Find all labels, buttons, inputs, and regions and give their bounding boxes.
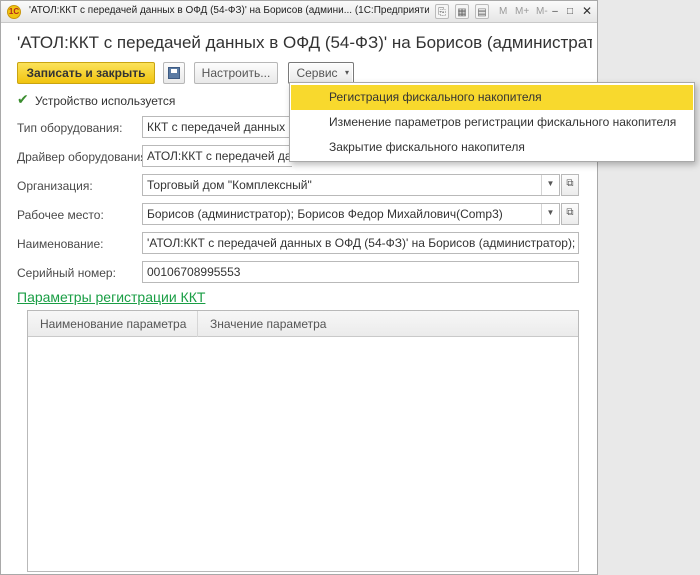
serial-number-label: Серийный номер: [17,266,116,280]
link-icon[interactable]: ⎘ [435,4,449,19]
floppy-disk-icon [168,67,180,79]
chevron-down-icon[interactable]: ▼ [541,204,559,224]
equipment-type-label: Тип оборудования: [17,121,123,135]
workplace-field[interactable]: Борисов (администратор); Борисов Федор М… [142,203,560,225]
chevron-down-icon[interactable]: ▼ [541,175,559,195]
column-header-param-name[interactable]: Наименование параметра [28,311,198,337]
device-in-use-label: Устройство используется [35,94,176,108]
page-title: 'АТОЛ:ККТ с передачей данных в ОФД (54-Ф… [17,33,592,52]
menu-item-change-registration[interactable]: Изменение параметров регистрации фискаль… [291,110,693,135]
workplace-value: Борисов (администратор); Борисов Федор М… [147,207,503,221]
memory-mplus-button[interactable]: M+ [515,4,529,19]
service-label: Сервис [296,66,338,80]
calculator-icon[interactable]: ▤ [475,4,489,19]
memory-mminus-button[interactable]: M- [536,4,548,19]
table-header: Наименование параметра Значение параметр… [28,311,578,337]
open-organization-icon[interactable]: ⧉ [561,174,579,196]
title-bar: 1С 'АТОЛ:ККТ с передачей данных в ОФД (5… [1,1,597,23]
calendar-icon[interactable]: ▦ [455,4,469,19]
driver-field[interactable]: АТОЛ:ККТ с передачей данн [142,145,292,167]
maximize-icon[interactable]: □ [564,4,576,19]
memory-m-button[interactable]: M [499,4,507,19]
open-workplace-icon[interactable]: ⧉ [561,203,579,225]
menu-item-register-fn[interactable]: Регистрация фискального накопителя [291,85,693,110]
organization-value: Торговый дом "Комплексный" [147,178,312,192]
service-dropdown-menu: Регистрация фискального накопителя Измен… [289,82,695,162]
dropdown-arrow-icon: ▾ [344,68,349,77]
menu-item-close-fn[interactable]: Закрытие фискального накопителя [291,135,693,160]
window-title: 'АТОЛ:ККТ с передачей данных в ОФД (54-Ф… [29,5,429,16]
registration-params-table[interactable]: Наименование параметра Значение параметр… [27,310,579,572]
app-1c-icon: 1С [7,5,21,19]
name-field[interactable]: 'АТОЛ:ККТ с передачей данных в ОФД (54-Ф… [142,232,579,254]
checkmark-icon: ✔ [17,92,29,108]
service-menu-button[interactable]: Сервис ▾ [288,62,354,84]
driver-label: Драйвер оборудования: [17,150,151,164]
registration-params-link[interactable]: Параметры регистрации ККТ [17,289,205,305]
organization-label: Организация: [17,179,93,193]
save-button[interactable] [163,62,185,84]
organization-field[interactable]: Торговый дом "Комплексный" ▼ [142,174,560,196]
workplace-label: Рабочее место: [17,208,104,222]
equipment-type-field[interactable]: ККТ с передачей данных [142,116,292,138]
close-icon[interactable]: ✕ [581,4,593,19]
save-and-close-button[interactable]: Записать и закрыть [17,62,155,84]
minimize-icon[interactable]: – [549,4,561,19]
column-header-param-value[interactable]: Значение параметра [198,311,498,337]
serial-number-field[interactable]: 00106708995553 [142,261,579,283]
configure-button[interactable]: Настроить... [194,62,278,84]
name-label: Наименование: [17,237,104,251]
